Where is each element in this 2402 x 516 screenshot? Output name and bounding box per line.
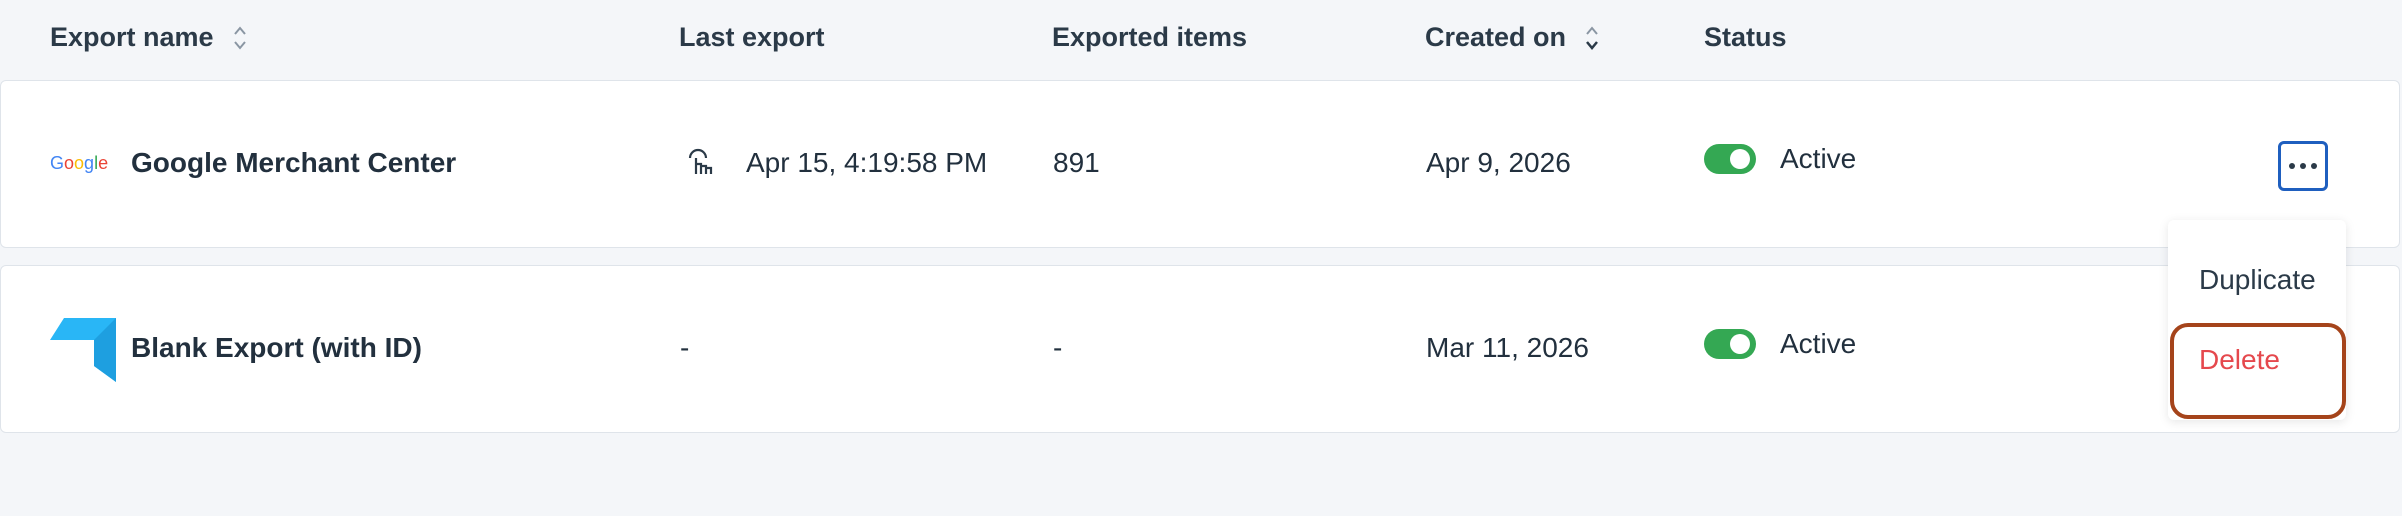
export-name[interactable]: Blank Export (with ID) <box>131 332 422 364</box>
status-toggle[interactable] <box>1704 329 1756 359</box>
more-horizontal-icon <box>2289 163 2317 169</box>
created-on-date: Apr 9, 2026 <box>1426 147 1571 178</box>
table-row[interactable]: Google Google Merchant Center Apr 15, 4:… <box>0 80 2400 248</box>
status-toggle[interactable] <box>1704 144 1756 174</box>
more-actions-button[interactable] <box>2278 141 2328 191</box>
exported-items-count: 891 <box>1053 147 1100 178</box>
column-header-exported-items: Exported items <box>1052 22 1247 53</box>
export-name[interactable]: Google Merchant Center <box>131 147 456 179</box>
manual-trigger-icon <box>684 144 720 180</box>
column-label: Export name <box>50 22 214 52</box>
table-header: Export name Last export Exported items C… <box>0 0 2402 78</box>
blank-export-logo <box>50 318 116 382</box>
status: Active <box>1704 328 1856 360</box>
sort-descending-icon[interactable] <box>1584 24 1600 52</box>
created-on-date: Mar 11, 2026 <box>1426 332 1589 363</box>
last-export-time: Apr 15, 4:19:58 PM <box>746 147 988 178</box>
column-label: Last export <box>679 22 825 52</box>
column-label: Status <box>1704 22 1787 52</box>
column-header-status: Status <box>1704 22 1787 53</box>
exported-items-count: - <box>1053 332 1063 363</box>
column-label: Exported items <box>1052 22 1248 52</box>
column-header-export-name[interactable]: Export name <box>50 22 248 53</box>
status-label: Active <box>1780 143 1857 174</box>
status: Active <box>1704 143 1856 175</box>
sort-icon[interactable] <box>232 24 248 52</box>
google-logo: Google <box>50 151 116 175</box>
duplicate-menu-item[interactable]: Duplicate <box>2199 264 2316 296</box>
status-label: Active <box>1780 328 1857 359</box>
delete-highlight-outline <box>2170 323 2346 419</box>
column-label: Created on <box>1425 22 1567 52</box>
column-header-last-export: Last export <box>679 22 825 53</box>
table-row[interactable]: Blank Export (with ID) - - Mar 11, 2026 … <box>0 265 2400 433</box>
svg-text:Google: Google <box>50 153 108 173</box>
last-export-time: - <box>680 332 690 363</box>
column-header-created-on[interactable]: Created on <box>1425 22 1600 53</box>
